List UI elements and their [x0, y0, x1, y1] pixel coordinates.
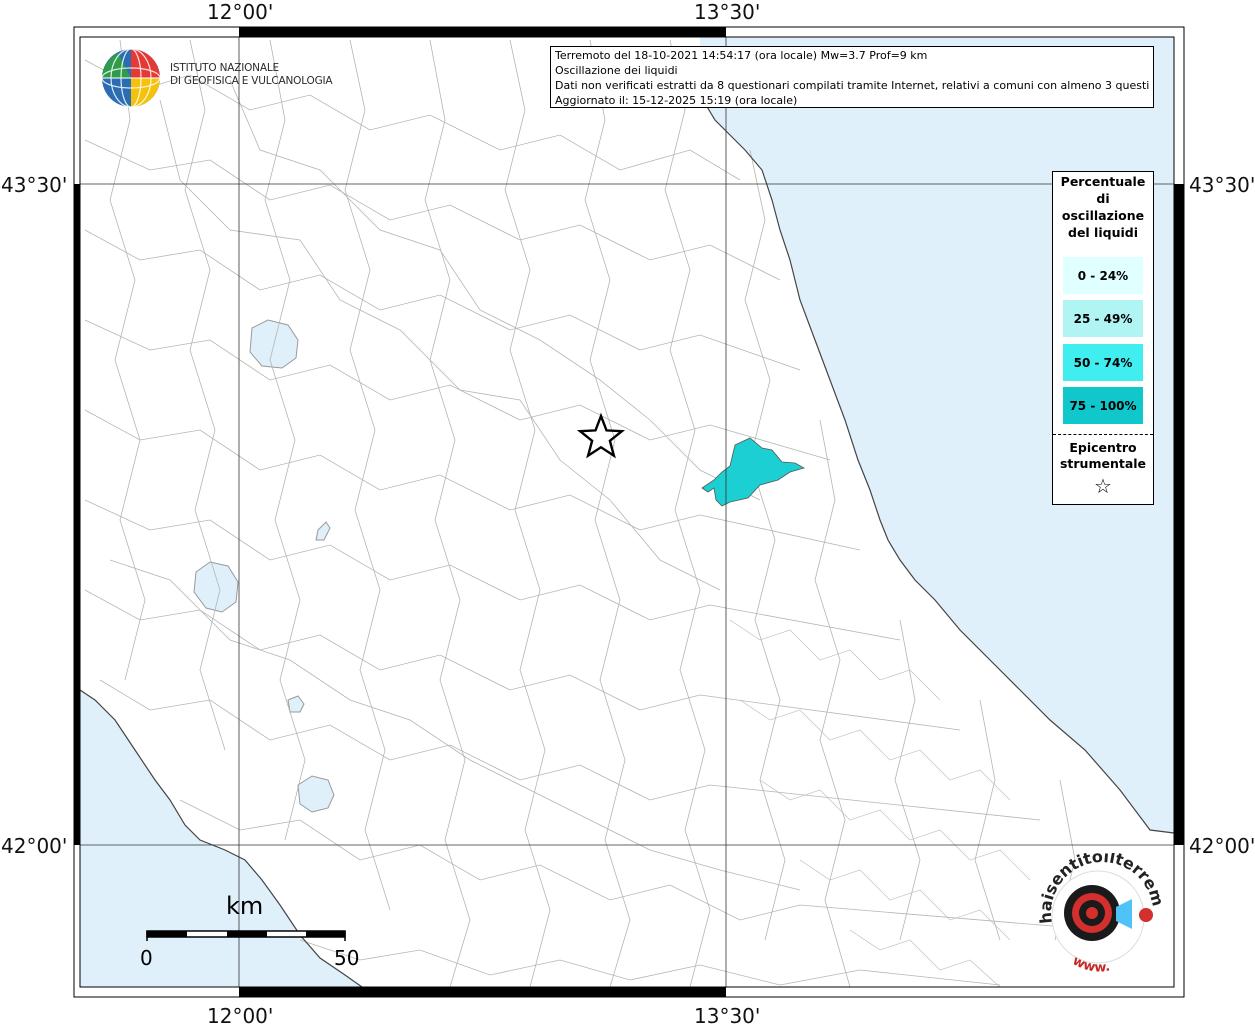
right-label-42: 42°00'	[1189, 834, 1255, 858]
left-label-42: 42°00'	[1, 834, 68, 858]
earthquake-info-box: Terremoto del 18-10-2021 14:54:17 (ora l…	[550, 46, 1154, 108]
hst-logo: haisentitoilterremoto.it www.	[1032, 853, 1168, 975]
top-label-1330: 13°30'	[694, 0, 761, 24]
bottom-label-12: 12°00'	[207, 1004, 274, 1028]
legend-title: Percentuale di oscillazione del liquidi	[1060, 174, 1146, 240]
ingv-name-line1: ISTITUTO NAZIONALE	[170, 62, 279, 74]
ingv-name: ISTITUTO NAZIONALE DI GEOFISICA E VULCAN…	[170, 62, 333, 88]
info-line-event: Terremoto del 18-10-2021 14:54:17 (ora l…	[555, 49, 928, 62]
scale-title: km	[226, 892, 264, 920]
info-line-disclaimer: Dati non verificati estratti da 8 questi…	[555, 79, 1149, 92]
ingv-name-line2: DI GEOFISICA E VULCANOLOGIA	[170, 75, 333, 87]
lake-bracciano	[297, 775, 335, 813]
legend-star-icon: ☆	[1094, 474, 1112, 498]
info-line-parameter: Oscillazione dei liquidi	[555, 64, 678, 77]
scale-min-label: 0	[140, 946, 153, 970]
question-icon	[1139, 908, 1153, 922]
left-label-4330: 43°30'	[1, 173, 68, 197]
legend-epicenter-label: Epicentro strumentale	[1059, 440, 1147, 471]
legend: Percentuale di oscillazione del liquidi …	[1052, 171, 1154, 505]
legend-item-25-49: 25 - 49%	[1063, 300, 1143, 337]
legend-item-0-24: 0 - 24%	[1063, 257, 1143, 294]
legend-separator	[1053, 434, 1153, 435]
right-label-4330: 43°30'	[1189, 173, 1255, 197]
info-line-updated: Aggiornato il: 15-12-2025 15:19 (ora loc…	[555, 94, 798, 107]
scale-max-label: 50	[334, 946, 360, 970]
top-label-12: 12°00'	[207, 0, 274, 24]
legend-item-50-74: 50 - 74%	[1063, 344, 1143, 381]
bottom-label-1330: 13°30'	[694, 1004, 761, 1028]
legend-item-75-100: 75 - 100%	[1063, 387, 1143, 424]
